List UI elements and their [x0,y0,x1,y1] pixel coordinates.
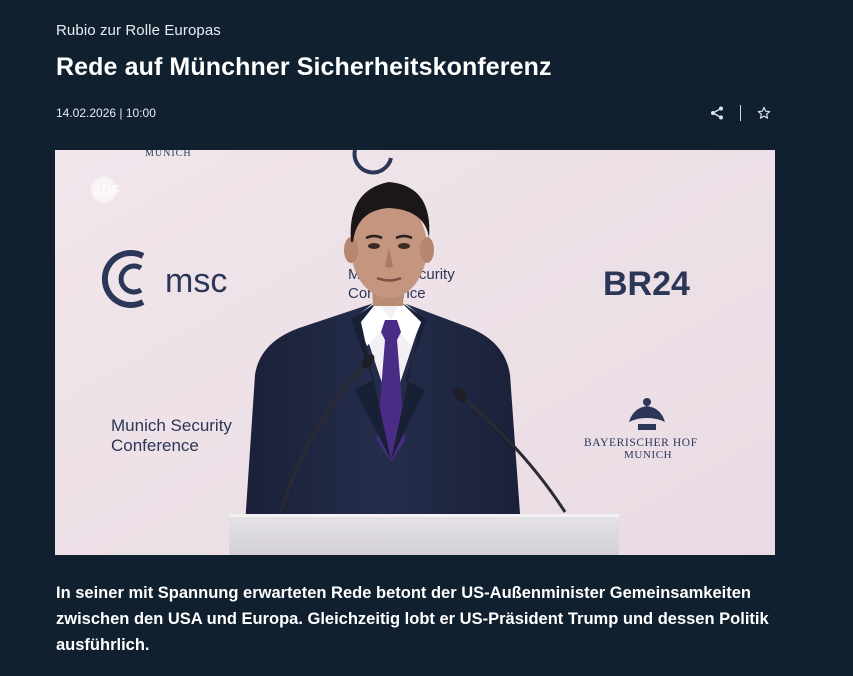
msc-logo-text: msc [165,262,227,300]
share-icon [711,106,723,120]
article-headline: Rede auf Münchner Sicherheitskonferenz [56,53,552,81]
msc-text-line1: Munich Security [111,416,232,435]
zdf-logo-text: ZDF [93,182,121,198]
article-time: 10:00 [125,106,156,120]
video-frame: MUNICH ZDF msc Munich Security Conferenc… [55,150,775,555]
backdrop-top-text: MUNICH [145,150,192,159]
article-teaser: In seiner mit Spannung erwarteten Rede b… [56,584,769,654]
bookmark-button[interactable] [755,104,773,122]
msc-text-line2: Conference [111,436,199,455]
article-page: Rubio zur Rolle Europas Rede auf Münchne… [0,0,853,676]
br24-logo: BR24 [603,265,690,303]
star-icon [757,106,771,119]
hotel-line1: BAYERISCHER HOF [584,437,698,449]
action-divider [740,105,741,121]
video-player[interactable]: MUNICH ZDF msc Munich Security Conferenc… [55,150,775,555]
podium [229,514,619,555]
article-date: 14.02.2026 [56,106,117,120]
article-actions [708,104,773,122]
share-button[interactable] [708,104,726,122]
article-meta: 14.02.2026 | 10:00 [56,106,156,120]
article-kicker: Rubio zur Rolle Europas [56,22,221,39]
hotel-line2: MUNICH [624,449,672,461]
meta-separator: | [119,106,123,120]
